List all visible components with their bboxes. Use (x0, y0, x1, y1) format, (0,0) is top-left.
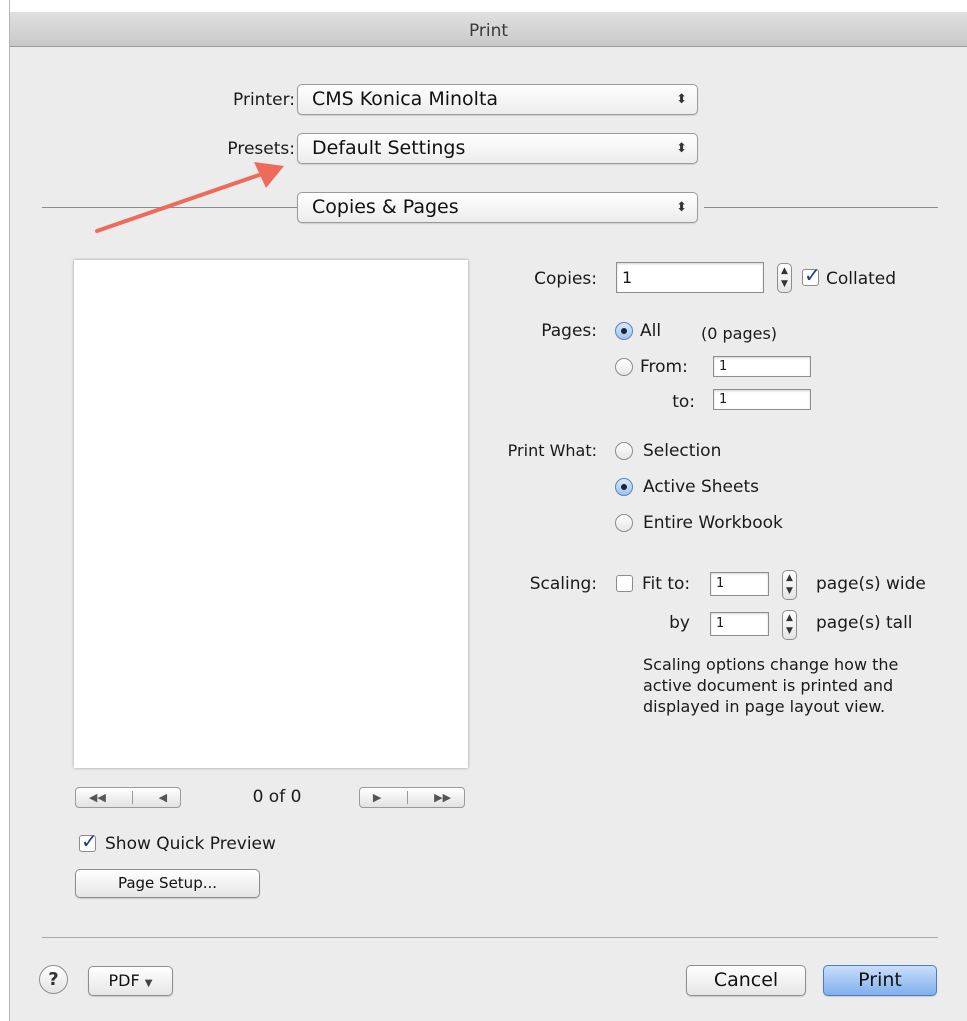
print-what-entire-workbook-label: Entire Workbook (643, 513, 783, 533)
pages-label: Pages: (541, 321, 597, 341)
divider (131, 791, 133, 804)
printer-popup[interactable]: CMS Konica Minolta ⬍ (297, 84, 698, 115)
printer-value: CMS Konica Minolta (312, 88, 499, 110)
updown-arrows-icon: ⬍ (676, 92, 687, 107)
presets-value: Default Settings (312, 137, 466, 159)
previous-page-icon[interactable]: ◀ (159, 791, 167, 804)
print-label: Print (858, 969, 902, 991)
fit-to-label: Fit to: (642, 574, 691, 594)
separator-right (704, 207, 938, 208)
collated-label: Collated (826, 269, 897, 289)
print-what-selection-radio[interactable] (615, 442, 633, 460)
pages-from-value: 1 (719, 359, 728, 374)
presets-popup[interactable]: Default Settings ⬍ (297, 133, 698, 164)
section-value: Copies & Pages (312, 196, 459, 218)
fit-to-checkbox[interactable] (616, 575, 633, 592)
fit-wide-value: 1 (716, 576, 725, 591)
title-bar: Print (10, 0, 967, 47)
fit-tall-field[interactable]: 1 (710, 612, 769, 636)
fit-tall-stepper[interactable]: ▲ ▼ (782, 610, 797, 640)
print-what-active-sheets-label: Active Sheets (643, 477, 759, 497)
print-dialog: Print Printer: CMS Konica Minolta ⬍ Pres… (9, 0, 967, 1021)
annotation-arrow (95, 162, 284, 233)
radio-dot (621, 328, 627, 334)
radio-dot (621, 484, 627, 490)
print-what-entire-workbook-radio[interactable] (615, 514, 633, 532)
pages-from-label: From: (640, 357, 688, 377)
pdf-label: PDF (108, 971, 140, 990)
fit-wide-label: page(s) wide (816, 574, 926, 594)
help-button[interactable]: ? (39, 965, 68, 994)
checkmark-icon: ✓ (81, 829, 98, 853)
fit-tall-label: page(s) tall (816, 613, 913, 633)
updown-arrows-icon: ⬍ (676, 200, 687, 215)
print-what-selection-label: Selection (643, 441, 722, 461)
pages-all-radio[interactable] (615, 322, 633, 340)
top-strip (10, 0, 967, 12)
copies-value: 1 (622, 268, 633, 287)
collated-checkbox[interactable]: ✓ (802, 264, 821, 286)
window-title: Print (468, 21, 509, 41)
page-setup-label: Page Setup... (117, 874, 218, 892)
section-popup[interactable]: Copies & Pages ⬍ (297, 192, 698, 223)
divider (407, 791, 409, 804)
fit-wide-field[interactable]: 1 (710, 572, 769, 596)
fit-tall-value: 1 (716, 616, 725, 631)
scaling-label: Scaling: (529, 574, 597, 594)
page-setup-button[interactable]: Page Setup... (75, 869, 260, 898)
preview-back-buttons[interactable]: ◀◀ ◀ (75, 787, 181, 808)
chevron-down-icon: ▼ (144, 978, 153, 989)
cancel-label: Cancel (713, 969, 779, 991)
fit-wide-stepper[interactable]: ▲ ▼ (782, 570, 797, 600)
show-quick-preview-label: Show Quick Preview (105, 834, 276, 854)
last-page-icon[interactable]: ▶▶ (434, 791, 451, 804)
copies-field[interactable]: 1 (616, 262, 764, 293)
pages-from-radio[interactable] (615, 358, 633, 376)
pages-to-value: 1 (719, 392, 728, 407)
pdf-button[interactable]: PDF ▼ (88, 966, 173, 996)
updown-arrows-icon: ⬍ (676, 141, 687, 156)
next-page-icon[interactable]: ▶ (373, 791, 381, 804)
preview-forward-buttons[interactable]: ▶ ▶▶ (359, 787, 465, 808)
help-icon: ? (48, 969, 59, 990)
print-what-label: Print What: (507, 441, 597, 460)
pages-to-field[interactable]: 1 (713, 389, 811, 410)
copies-stepper[interactable]: ▲ ▼ (777, 263, 792, 293)
page-preview (74, 260, 468, 768)
show-quick-preview-checkbox[interactable]: ✓ (79, 830, 98, 852)
footer-separator (42, 937, 938, 938)
pages-count-note: (0 pages) (701, 324, 778, 343)
cancel-button[interactable]: Cancel (686, 965, 806, 996)
copies-label: Copies: (534, 269, 597, 289)
pages-from-field[interactable]: 1 (713, 356, 811, 377)
printer-label: Printer: (233, 90, 295, 110)
page-count: 0 of 0 (252, 787, 302, 807)
scaling-info-text: Scaling options change how the active do… (643, 655, 899, 716)
first-page-icon[interactable]: ◀◀ (89, 791, 106, 804)
by-label: by (669, 613, 690, 633)
pages-to-label: to: (672, 392, 695, 412)
print-what-active-sheets-radio[interactable] (615, 478, 633, 496)
pages-all-label: All (640, 321, 662, 341)
checkmark-icon: ✓ (804, 263, 821, 287)
print-button[interactable]: Print (823, 965, 937, 996)
